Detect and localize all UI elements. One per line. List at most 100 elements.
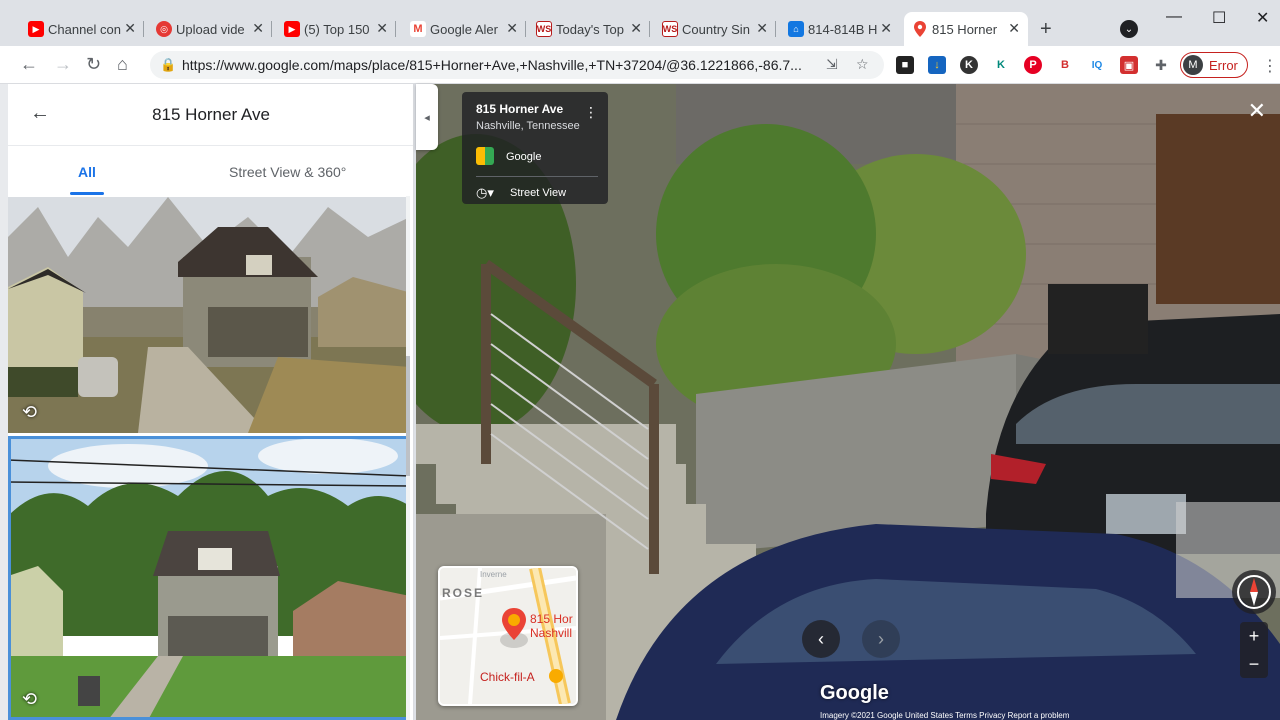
minimap-pin-city: Nashvill (530, 626, 573, 640)
page-content: ← 815 Horner Ave All Street View & 360° (0, 84, 1280, 720)
browser-tab-3[interactable]: ▶ (5) Top 150 ✕ (276, 12, 396, 46)
lock-icon[interactable]: 🔒 (160, 57, 176, 73)
ws-icon: WS (536, 21, 552, 37)
street-view-360-icon: ⟲ (22, 402, 38, 422)
photos-panel: ← 815 Horner Ave All Street View & 360° (8, 84, 414, 720)
profile-status: Error (1209, 57, 1238, 73)
tab-title: (5) Top 150 (304, 21, 370, 37)
close-window-icon[interactable]: ✕ (1256, 8, 1269, 28)
tab-title: Upload vide (176, 21, 245, 37)
house-photo-2 (8, 436, 410, 720)
close-tab-icon[interactable]: ✕ (252, 20, 264, 37)
time-travel-clock-icon[interactable]: ◷▾ (476, 185, 494, 201)
download-ext-icon[interactable]: ↓ (928, 56, 946, 74)
back-icon[interactable]: ← (20, 54, 38, 75)
ws-icon: WS (662, 21, 678, 37)
forward-icon[interactable]: → (54, 54, 72, 75)
bookmark-star-icon[interactable]: ☆ (856, 56, 869, 73)
iq-ext-icon[interactable]: IQ (1088, 56, 1106, 74)
street-view-360-icon: ⟲ (22, 689, 38, 709)
next-arrow-icon[interactable]: › (862, 620, 900, 658)
close-tab-icon[interactable]: ✕ (506, 20, 518, 37)
video-ext-icon[interactable]: ▣ (1120, 56, 1138, 74)
install-icon[interactable]: ⇲ (826, 56, 838, 73)
google-maps-logo-icon (476, 147, 494, 165)
close-tab-icon[interactable]: ✕ (1008, 20, 1020, 37)
more-options-icon[interactable]: ⋮ (584, 104, 598, 121)
zoom-out-icon[interactable]: − (1240, 650, 1268, 678)
minimap-street-label: Inverne (480, 570, 507, 579)
street-view-label: Street View (510, 187, 567, 199)
gmail-icon: M (410, 21, 426, 37)
minimap[interactable]: ROSE Inverne 815 Hor Nashvill Chick-fil-… (438, 566, 578, 706)
browser-tab-2[interactable]: ◎ Upload vide ✕ (148, 12, 272, 46)
google-watermark: Google (820, 682, 889, 704)
photo-tabs: All Street View & 360° (8, 146, 413, 196)
panel-header: ← 815 Horner Ave (8, 84, 413, 146)
location-address: 815 Horner Ave (476, 102, 564, 116)
home-icon[interactable]: ⌂ (117, 54, 128, 75)
profile-error-button[interactable]: M Error (1180, 52, 1248, 78)
active-tab-indicator (70, 192, 104, 195)
url-text[interactable]: https://www.google.com/maps/place/815+Ho… (182, 57, 810, 73)
zoom-controls: + − (1240, 622, 1268, 678)
map-footer[interactable]: Imagery ©2021 Google United States Terms… (820, 711, 1069, 720)
youtube-icon: ▶ (28, 21, 44, 37)
minimap-area-label: ROSE (442, 586, 485, 600)
minimap-poi-label: Chick-fil-A (480, 670, 535, 684)
upload-icon: ◎ (156, 21, 172, 37)
tab-street-view-360[interactable]: Street View & 360° (229, 164, 346, 180)
browser-tab-6[interactable]: WS Country Sin ✕ (654, 12, 776, 46)
zoom-in-icon[interactable]: + (1240, 622, 1268, 650)
tab-title: 815 Horner (932, 21, 998, 37)
reload-icon[interactable]: ↻ (86, 54, 101, 75)
address-bar[interactable]: 🔒 https://www.google.com/maps/place/815+… (150, 51, 884, 79)
tab-title: Channel con (48, 21, 121, 37)
browser-tab-strip: ▶ Channel con ✕ ◎ Upload vide ✕ ▶ (5) To… (0, 0, 1280, 46)
panel-scrollbar[interactable] (406, 196, 410, 720)
youtube-icon: ▶ (284, 21, 300, 37)
new-tab-icon[interactable]: + (1040, 18, 1052, 41)
house-photo-1 (8, 197, 410, 433)
tab-title: 814-814B H (808, 21, 878, 37)
location-city: Nashville, Tennessee (476, 120, 580, 132)
browser-tab-7[interactable]: ⌂ 814-814B H ✕ (780, 12, 900, 46)
minimap-pin-label: 815 Hor (530, 612, 573, 626)
compass-icon[interactable] (1232, 570, 1276, 614)
location-info-card: 815 Horner Ave Nashville, Tennessee ⋮ Go… (462, 92, 608, 204)
extension-1-icon[interactable]: ■ (896, 56, 914, 74)
browser-tab-1[interactable]: ▶ Channel con ✕ (20, 12, 144, 46)
keepa-ext-icon[interactable]: K (992, 56, 1010, 74)
tab-title: Google Aler (430, 21, 498, 37)
browser-tab-5[interactable]: WS Today's Top ✕ (528, 12, 650, 46)
browser-toolbar: ← → ↻ ⌂ 🔒 https://www.google.com/maps/pl… (0, 46, 1280, 84)
tab-title: Country Sin (682, 21, 750, 37)
close-street-view-icon[interactable]: ✕ (1248, 98, 1266, 124)
close-tab-icon[interactable]: ✕ (376, 20, 388, 37)
panel-title: 815 Horner Ave (152, 105, 270, 124)
photo-thumbnail-1[interactable]: ⟲ (8, 197, 410, 433)
browser-tab-8-active[interactable]: 815 Horner ✕ (904, 12, 1028, 46)
collapse-panel-button[interactable]: ◂ (416, 84, 438, 150)
browser-tab-4[interactable]: M Google Aler ✕ (402, 12, 526, 46)
maps-pin-icon (912, 21, 928, 37)
street-view-canvas[interactable]: 815 Horner Ave Nashville, Tennessee ⋮ Go… (416, 84, 1280, 720)
close-tab-icon[interactable]: ✕ (756, 20, 768, 37)
extensions-puzzle-icon[interactable]: ✚ (1152, 56, 1170, 74)
pinterest-icon[interactable]: P (1024, 56, 1042, 74)
tab-search-icon[interactable]: ⌄ (1120, 20, 1138, 38)
tab-title: Today's Top (556, 21, 625, 37)
previous-arrow-icon[interactable]: ‹ (802, 620, 840, 658)
minimize-icon[interactable]: — (1166, 8, 1182, 26)
k-ext-icon[interactable]: K (960, 56, 978, 74)
browser-menu-icon[interactable]: ⋮ (1262, 56, 1278, 76)
close-tab-icon[interactable]: ✕ (630, 20, 642, 37)
b-ext-icon[interactable]: B (1056, 56, 1074, 74)
imagery-provider: Google (506, 151, 542, 163)
close-tab-icon[interactable]: ✕ (124, 20, 136, 37)
close-tab-icon[interactable]: ✕ (880, 20, 892, 37)
zillow-icon: ⌂ (788, 21, 804, 37)
tab-all[interactable]: All (78, 164, 96, 180)
photo-thumbnail-2-selected[interactable]: ⟲ (8, 436, 410, 720)
maximize-icon[interactable]: ☐ (1212, 8, 1226, 28)
